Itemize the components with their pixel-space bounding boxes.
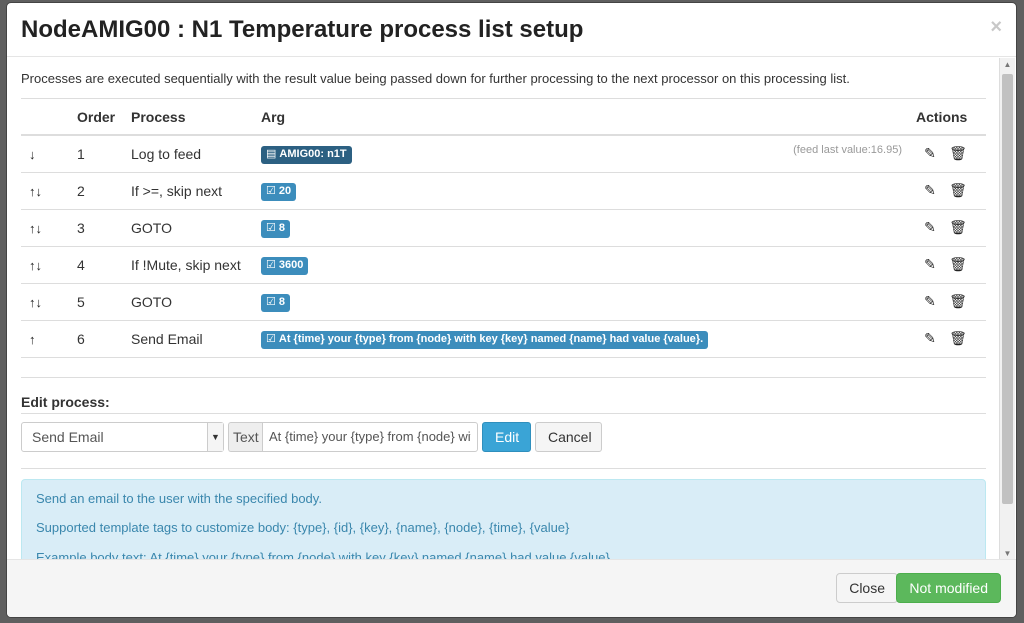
arg-badge: ☑ 8 xyxy=(261,219,290,238)
arg-value: 20 xyxy=(278,184,292,197)
row-order: 5 xyxy=(77,283,131,321)
save-button[interactable]: Not modified xyxy=(896,573,1001,603)
arg-value: AMIG00: n1T xyxy=(279,147,347,160)
header-process: Process xyxy=(131,99,261,136)
trash-icon[interactable]: 🗑 xyxy=(944,182,972,199)
arg-badge: ☑ 20 xyxy=(261,182,297,201)
row-order: 4 xyxy=(77,246,131,284)
cancel-button[interactable]: Cancel xyxy=(535,421,602,452)
modal-title: NodeAMIG00 : N1 Temperature process list… xyxy=(21,17,1002,43)
modal-footer: Close Not modified xyxy=(7,559,1016,617)
header-order: Order xyxy=(77,99,131,136)
table-row: ↑↓ 5 GOTO ☑ 8 ✎ 🗑 xyxy=(21,283,986,321)
row-order: 6 xyxy=(77,320,131,358)
modal-header: NodeAMIG00 : N1 Temperature process list… xyxy=(7,3,1016,57)
move-arrows-icon[interactable]: ↑↓ xyxy=(29,221,42,236)
move-arrows-icon[interactable]: ↑↓ xyxy=(29,258,42,273)
modal-title-node: NodeAMIG00 : N1 Temperature xyxy=(21,16,373,43)
header-actions: Actions xyxy=(916,99,986,136)
header-move xyxy=(21,99,77,136)
move-arrows-icon[interactable]: ↑↓ xyxy=(29,184,42,199)
row-arg: ☑ 8 xyxy=(261,209,916,247)
table-row: ↑ 6 Send Email ☑ At {time} your {type} from … xyxy=(21,320,986,358)
scrollbar-thumb[interactable] xyxy=(1002,74,1013,504)
row-order: 1 xyxy=(77,135,131,173)
chevron-down-icon: ▼ xyxy=(207,422,223,451)
scroll-up-icon[interactable]: ▲ xyxy=(1000,58,1015,72)
process-text-input[interactable] xyxy=(262,421,478,452)
edit-icon: ☑ xyxy=(266,258,276,271)
edit-icon: ☑ xyxy=(266,184,276,197)
pencil-icon[interactable]: ✎ xyxy=(916,330,944,347)
modal-title-suffix: process list setup xyxy=(379,16,584,43)
pencil-icon[interactable]: ✎ xyxy=(916,256,944,273)
close-button[interactable]: Close xyxy=(836,573,898,603)
process-select-value: Send Email xyxy=(32,428,104,445)
edit-icon: ☑ xyxy=(266,221,276,234)
arg-value: 3600 xyxy=(278,258,304,271)
row-process: Send Email xyxy=(131,320,261,358)
header-arg: Arg xyxy=(261,99,916,136)
process-select[interactable]: Send Email ▼ xyxy=(21,421,224,452)
row-arg: ☑ At {time} your {type} from {node} with … xyxy=(261,320,916,358)
arg-badge: ☑ 8 xyxy=(261,293,290,312)
row-order: 3 xyxy=(77,209,131,247)
arg-value: 8 xyxy=(278,295,285,308)
row-arg: ☑ 3600 xyxy=(261,246,916,284)
modal-body: Processes are executed sequentially with… xyxy=(7,58,1000,561)
process-info-box: Send an email to the user with the speci… xyxy=(21,478,986,561)
trash-icon[interactable]: 🗑 xyxy=(944,219,972,236)
table-row: ↑↓ 4 If !Mute, skip next ☑ 3600 ✎ 🗑 xyxy=(21,246,986,284)
move-arrows-icon[interactable]: ↓ xyxy=(29,147,36,162)
table-row: ↑↓ 3 GOTO ☑ 8 ✎ 🗑 xyxy=(21,209,986,247)
trash-icon[interactable]: 🗑 xyxy=(944,145,972,162)
text-addon-label: Text xyxy=(228,421,263,452)
edit-process-title: Edit process: xyxy=(21,376,986,413)
arg-value: 8 xyxy=(278,221,285,234)
close-icon[interactable]: × xyxy=(990,17,1002,37)
pencil-icon[interactable]: ✎ xyxy=(916,145,944,162)
row-order: 2 xyxy=(77,172,131,210)
process-list-modal: NodeAMIG00 : N1 Temperature process list… xyxy=(6,2,1017,618)
pencil-icon[interactable]: ✎ xyxy=(916,293,944,310)
row-process: Log to feed xyxy=(131,135,261,173)
feed-last-value: (feed last value:16.95) xyxy=(793,143,902,156)
process-table: Order Process Arg Actions ↓ 1 Log to feed ▤… xyxy=(21,99,986,358)
pencil-icon[interactable]: ✎ xyxy=(916,219,944,236)
row-process: If >=, skip next xyxy=(131,172,261,210)
trash-icon[interactable]: 🗑 xyxy=(944,293,972,310)
row-process: GOTO xyxy=(131,209,261,247)
row-arg: ☑ 20 xyxy=(261,172,916,210)
arg-badge: ▤ AMIG00: n1T xyxy=(261,145,352,164)
info-description: Send an email to the user with the speci… xyxy=(36,490,322,506)
row-arg: ▤ AMIG00: n1T (feed last value:16.95) xyxy=(261,135,916,173)
edit-button[interactable]: Edit xyxy=(482,421,531,452)
edit-process-row: Send Email ▼ Text Edit Cancel xyxy=(21,412,986,469)
row-process: GOTO xyxy=(131,283,261,321)
move-arrows-icon[interactable]: ↑↓ xyxy=(29,295,42,310)
arg-badge: ☑ 3600 xyxy=(261,256,309,275)
arg-badge: ☑ At {time} your {type} from {node} with … xyxy=(261,330,709,349)
arg-value: At {time} your {type} from {node} with k… xyxy=(278,332,704,345)
edit-icon: ☑ xyxy=(266,295,276,308)
table-header-row: Order Process Arg Actions xyxy=(21,99,986,136)
table-row: ↑↓ 2 If >=, skip next ☑ 20 ✎ 🗑 xyxy=(21,172,986,210)
pencil-icon[interactable]: ✎ xyxy=(916,182,944,199)
info-template-tags: Supported template tags to customize bod… xyxy=(36,520,570,535)
modal-scrollbar[interactable]: ▲ ▼ xyxy=(999,58,1015,561)
trash-icon[interactable]: 🗑 xyxy=(944,256,972,273)
row-arg: ☑ 8 xyxy=(261,283,916,321)
list-icon: ▤ xyxy=(266,147,277,160)
row-process: If !Mute, skip next xyxy=(131,246,261,284)
intro-text: Processes are executed sequentially with… xyxy=(21,70,986,99)
edit-icon: ☑ xyxy=(266,332,276,345)
trash-icon[interactable]: 🗑 xyxy=(944,330,972,347)
move-arrows-icon[interactable]: ↑ xyxy=(29,332,36,347)
table-row: ↓ 1 Log to feed ▤ AMIG00: n1T (feed last valu… xyxy=(21,135,986,173)
